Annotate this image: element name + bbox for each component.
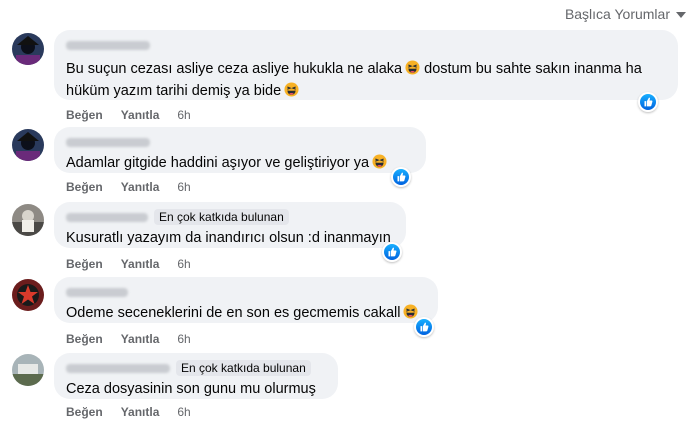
commenter-name[interactable] [66,212,148,222]
reply-button[interactable]: Yanıtla [121,108,160,122]
comment-bubble: Adamlar gitgide haddini aşıyor ve gelişt… [54,127,426,173]
comment-text: Ceza dosyasinin son gunu mu olurmuş [66,381,316,397]
top-contributor-badge: En çok katkıda bulunan [154,209,289,225]
laughing-emoji-icon [284,82,299,97]
commenter-name[interactable] [66,287,128,297]
comment-timestamp[interactable]: 6h [177,180,190,194]
comment-bubble: Bu suçun cezası asliye ceza asliye hukuk… [54,30,678,100]
comment-text: Odeme seceneklerini de en son es gecmemi… [66,305,401,321]
avatar[interactable] [12,279,44,311]
reaction-count-badge[interactable] [382,242,402,262]
comment-timestamp[interactable]: 6h [177,257,190,271]
commenter-name[interactable] [66,137,150,147]
reply-button[interactable]: Yanıtla [121,257,160,271]
like-button[interactable]: Beğen [66,180,103,194]
comment-timestamp[interactable]: 6h [177,108,190,122]
reaction-count-badge[interactable] [391,167,411,187]
like-button[interactable]: Beğen [66,257,103,271]
laughing-emoji-icon [405,60,420,75]
like-thumb-icon [385,245,399,259]
like-button[interactable]: Beğen [66,108,103,122]
comment-text-line: Bu suçun cezası asliye ceza asliye hukuk… [66,61,403,77]
commenter-name[interactable] [66,40,150,50]
top-contributor-badge: En çok katkıda bulunan [176,360,311,376]
comment-text: Kusuratlı yazayım da inandırıcı olsun :d… [66,230,391,246]
comment-sort-dropdown[interactable]: Başlıca Yorumlar [565,6,686,22]
comment-bubble: En çok katkıda bulunan Kusuratlı yazayım… [54,202,406,248]
like-thumb-icon [641,95,655,109]
avatar[interactable] [12,354,44,386]
comment-text-line: dostum bu sahte sakın inanma ha [424,61,642,77]
reply-button[interactable]: Yanıtla [121,405,160,419]
comment-timestamp[interactable]: 6h [177,332,190,346]
like-thumb-icon [394,170,408,184]
like-button[interactable]: Beğen [66,405,103,419]
chevron-down-icon [676,12,686,18]
reaction-count-badge[interactable] [638,92,658,112]
avatar[interactable] [12,204,44,236]
reaction-count-badge[interactable] [414,317,434,337]
comment-timestamp[interactable]: 6h [177,405,190,419]
comment-text: Adamlar gitgide haddini aşıyor ve gelişt… [66,155,370,171]
avatar[interactable] [12,129,44,161]
laughing-emoji-icon [372,154,387,169]
reply-button[interactable]: Yanıtla [121,332,160,346]
commenter-name[interactable] [66,363,170,373]
laughing-emoji-icon [403,304,418,319]
comment-text-line: hüküm yazım tarihi demiş ya bide [66,83,282,99]
reply-button[interactable]: Yanıtla [121,180,160,194]
like-button[interactable]: Beğen [66,332,103,346]
avatar[interactable] [12,33,44,65]
comment-bubble: En çok katkıda bulunan Ceza dosyasinin s… [54,353,338,399]
like-thumb-icon [417,320,431,334]
comment-bubble: Odeme seceneklerini de en son es gecmemi… [54,277,438,323]
sort-label: Başlıca Yorumlar [564,6,670,22]
